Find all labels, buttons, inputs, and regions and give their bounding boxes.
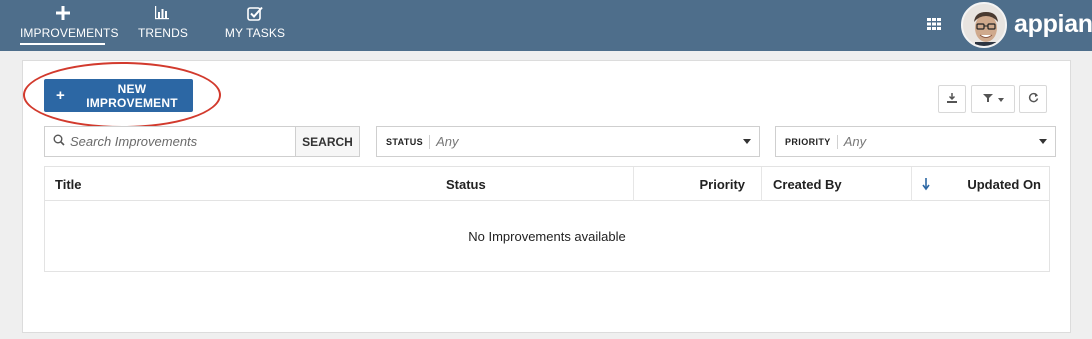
active-tab-indicator xyxy=(20,43,105,45)
column-header-created-by[interactable]: Created By xyxy=(773,167,842,201)
column-header-status[interactable]: Status xyxy=(446,167,486,201)
improvements-table: Title Status Priority Created By Updated… xyxy=(44,166,1050,272)
tab-improvements[interactable]: IMPROVEMENTS xyxy=(20,0,119,51)
sort-descending-icon[interactable] xyxy=(921,177,931,191)
tab-trends[interactable]: TRENDS xyxy=(138,0,188,51)
search-field[interactable] xyxy=(44,126,296,157)
tab-label: TRENDS xyxy=(138,26,188,40)
filter-button[interactable] xyxy=(971,85,1015,113)
column-divider xyxy=(761,167,762,201)
search-button[interactable]: SEARCH xyxy=(296,126,360,157)
new-improvement-button[interactable]: + NEW IMPROVEMENT xyxy=(44,79,193,112)
checkbox-icon xyxy=(220,4,290,22)
table-header: Title Status Priority Created By Updated… xyxy=(45,167,1049,201)
status-filter-dropdown[interactable]: STATUS Any xyxy=(376,126,760,157)
filter-icon xyxy=(982,93,993,106)
priority-filter-dropdown[interactable]: PRIORITY Any xyxy=(775,126,1056,157)
column-header-title[interactable]: Title xyxy=(55,167,82,201)
column-header-priority[interactable]: Priority xyxy=(633,167,745,201)
chevron-down-icon xyxy=(743,139,751,144)
download-icon xyxy=(947,92,957,106)
divider xyxy=(429,134,431,149)
search-input[interactable] xyxy=(70,134,290,149)
refresh-icon xyxy=(1028,92,1039,106)
status-filter-value: Any xyxy=(436,134,459,149)
search-icon xyxy=(53,133,65,151)
chevron-down-icon xyxy=(997,93,1004,105)
plus-icon xyxy=(20,4,105,22)
bar-chart-icon xyxy=(138,4,186,22)
column-header-updated-on[interactable]: Updated On xyxy=(937,167,1041,201)
top-nav-bar: IMPROVEMENTS TRENDS MY TASKS appian xyxy=(0,0,1092,51)
apps-grid-icon[interactable] xyxy=(926,16,942,32)
user-avatar[interactable] xyxy=(961,2,1007,48)
empty-table-message: No Improvements available xyxy=(468,228,626,244)
divider xyxy=(836,134,838,149)
refresh-button[interactable] xyxy=(1019,85,1047,113)
tab-label: MY TASKS xyxy=(224,26,286,40)
priority-filter-label: PRIORITY xyxy=(785,136,831,147)
chevron-down-icon xyxy=(1039,139,1047,144)
plus-icon: + xyxy=(56,87,65,104)
tab-my-tasks[interactable]: MY TASKS xyxy=(220,0,290,51)
appian-logo: appian xyxy=(1014,10,1092,38)
column-divider xyxy=(911,167,912,201)
status-filter-label: STATUS xyxy=(386,136,424,147)
download-button[interactable] xyxy=(938,85,966,113)
tab-label: IMPROVEMENTS xyxy=(20,26,119,40)
priority-filter-value: Any xyxy=(843,134,867,149)
new-improvement-label: NEW IMPROVEMENT xyxy=(86,81,178,110)
